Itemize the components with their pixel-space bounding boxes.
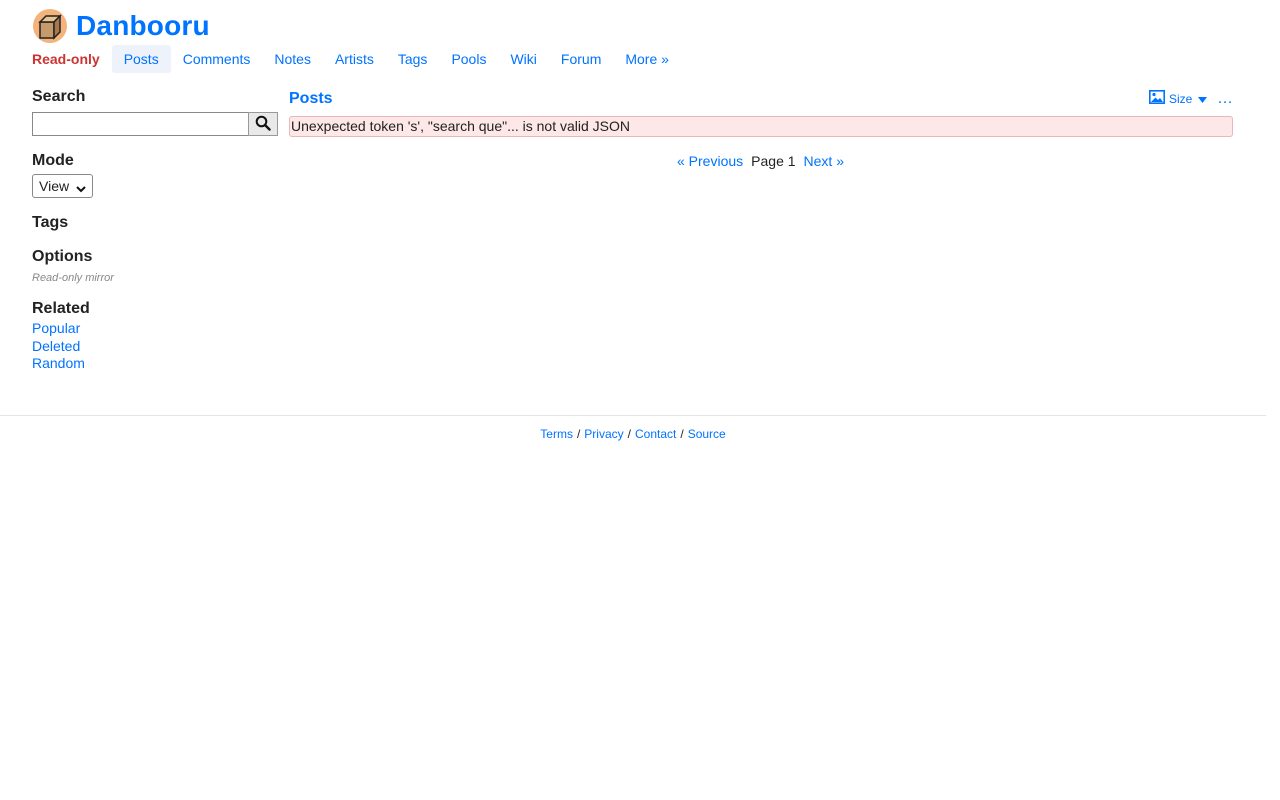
- size-menu[interactable]: Size: [1149, 90, 1211, 107]
- error-notice: Unexpected token 's', "search que"... is…: [289, 116, 1233, 137]
- app-name-link[interactable]: Danbooru: [76, 10, 210, 42]
- more-options-button[interactable]: …: [1217, 90, 1233, 108]
- caret-down-icon: [1198, 92, 1211, 106]
- search-icon: [255, 115, 271, 134]
- nav-more[interactable]: More »: [613, 45, 681, 73]
- search-heading: Search: [32, 88, 86, 105]
- search-form: [32, 112, 278, 136]
- tags-heading: Tags: [32, 214, 69, 231]
- footer-separator: /: [680, 427, 684, 441]
- paginator-previous[interactable]: « Previous: [677, 153, 743, 169]
- sidebar: Search Mode View Tags Options Read-only …: [32, 88, 278, 373]
- nav-wiki[interactable]: Wiki: [498, 45, 548, 73]
- size-label: Size: [1169, 91, 1193, 106]
- options-heading: Options: [32, 248, 93, 265]
- footer: Terms / Privacy / Contact / Source: [0, 427, 1266, 441]
- nav-posts[interactable]: Posts: [111, 45, 171, 73]
- main-menu: Read-only Posts Comments Notes Artists T…: [32, 44, 681, 74]
- footer-separator: /: [576, 427, 581, 441]
- related-link-popular[interactable]: Popular: [32, 320, 278, 338]
- options-note: Read-only mirror: [32, 272, 114, 284]
- search-input[interactable]: [32, 112, 248, 136]
- readonly-label: Read-only: [32, 51, 100, 67]
- logo-icon[interactable]: [32, 8, 68, 44]
- paginator-next[interactable]: Next »: [804, 153, 844, 169]
- site-header: Danbooru: [32, 6, 210, 46]
- nav-pools[interactable]: Pools: [439, 45, 498, 73]
- related-link-random[interactable]: Random: [32, 355, 278, 373]
- image-icon: [1149, 90, 1169, 107]
- paginator-current: Page 1: [751, 153, 796, 169]
- related-heading: Related: [32, 300, 90, 317]
- footer-source[interactable]: Source: [688, 427, 726, 441]
- nav-forum[interactable]: Forum: [549, 45, 613, 73]
- posts-title-link[interactable]: Posts: [289, 90, 333, 108]
- chevron-down-icon: [76, 181, 86, 193]
- nav-comments[interactable]: Comments: [171, 45, 263, 73]
- nav-notes[interactable]: Notes: [262, 45, 323, 73]
- related-link-deleted[interactable]: Deleted: [32, 338, 278, 356]
- paginator: « Previous Page 1 Next »: [677, 153, 844, 169]
- footer-separator: /: [627, 427, 631, 441]
- footer-terms[interactable]: Terms: [540, 427, 573, 441]
- mode-select[interactable]: View: [32, 174, 93, 198]
- footer-divider: [0, 415, 1266, 416]
- nav-artists[interactable]: Artists: [323, 45, 386, 73]
- mode-heading: Mode: [32, 152, 74, 169]
- mode-select-value: View: [39, 178, 70, 194]
- search-button[interactable]: [248, 112, 278, 136]
- nav-tags[interactable]: Tags: [386, 45, 440, 73]
- footer-privacy[interactable]: Privacy: [584, 427, 623, 441]
- footer-contact[interactable]: Contact: [635, 427, 676, 441]
